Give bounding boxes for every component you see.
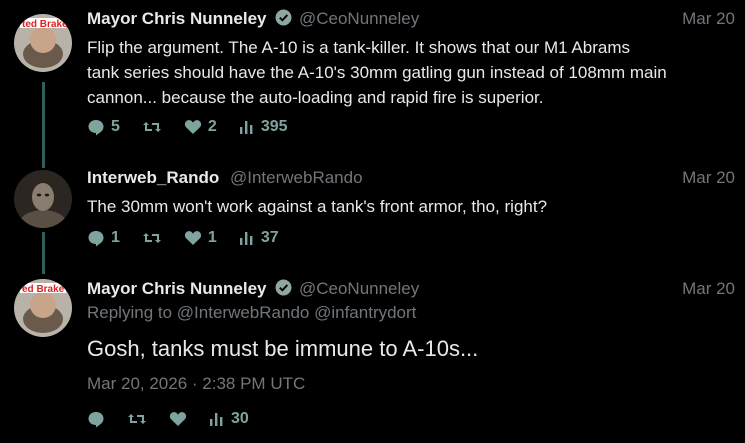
reply-button[interactable]: 1 [87, 229, 120, 247]
views-icon [239, 120, 255, 134]
tweet-3-focused[interactable]: ed Brake Mayor Chris Nunneley @CeoNunnel… [0, 264, 745, 443]
retweet-icon [142, 119, 162, 135]
retweet-button[interactable] [142, 230, 162, 246]
tweet-header: Interweb_Rando @InterwebRando [87, 168, 363, 188]
tweet-text-line: Flip the argument. The A-10 is a tank-ki… [87, 38, 630, 57]
avatar[interactable]: ted Brake [14, 14, 72, 72]
retweet-button[interactable] [127, 411, 147, 427]
tweet-text: Gosh, tanks must be immune to A-10s... [87, 336, 479, 361]
views-icon [239, 231, 255, 245]
thread-line [42, 82, 45, 160]
like-button[interactable]: 2 [184, 118, 217, 136]
reply-count: 1 [111, 229, 120, 246]
reply-icon [87, 229, 105, 247]
views-button[interactable]: 395 [239, 118, 288, 136]
views-icon [209, 412, 225, 426]
tweet-actions: 5 2 395 [87, 118, 310, 136]
reply-button[interactable] [87, 410, 105, 428]
verified-icon [275, 9, 292, 31]
like-button[interactable]: 1 [184, 229, 217, 247]
reply-icon [87, 118, 105, 136]
avatar-logo-text: ed Brake [22, 284, 65, 295]
views-count: 395 [260, 118, 288, 135]
mention-link[interactable]: @InterwebRando [177, 303, 310, 322]
views-button[interactable]: 30 [209, 410, 249, 428]
reply-button[interactable]: 5 [87, 118, 120, 136]
author-handle[interactable]: @CeoNunneley [299, 279, 419, 298]
like-count: 2 [207, 118, 217, 135]
reply-icon [87, 410, 105, 428]
tweet-header: Mayor Chris Nunneley @CeoNunneley [87, 279, 419, 301]
retweet-icon [127, 411, 147, 427]
like-icon [169, 411, 187, 427]
reply-count: 5 [111, 118, 120, 135]
tweet-header: Mayor Chris Nunneley @CeoNunneley [87, 9, 419, 31]
avatar-logo-text: ted Brake [22, 19, 68, 30]
tweet-date[interactable]: Mar 20 [682, 9, 735, 29]
tweet-1[interactable]: ted Brake Mayor Chris Nunneley @CeoNunne… [0, 0, 745, 160]
tweet-actions: 30 [87, 410, 271, 428]
tweet-actions: 1 1 37 [87, 229, 301, 247]
tweet-date[interactable]: Mar 20 [682, 279, 735, 299]
avatar[interactable]: ed Brake [14, 279, 72, 337]
views-count: 37 [260, 229, 279, 246]
views-button[interactable]: 37 [239, 229, 279, 247]
verified-icon [275, 279, 292, 301]
avatar[interactable] [14, 170, 72, 228]
tweet-text: The 30mm won't work against a tank's fro… [87, 197, 548, 216]
author-handle[interactable]: @CeoNunneley [299, 9, 419, 28]
retweet-button[interactable] [142, 119, 162, 135]
tweet-date[interactable]: Mar 20 [682, 168, 735, 188]
tweet-2[interactable]: Interweb_Rando @InterwebRando Mar 20 The… [0, 160, 745, 264]
replying-to: Replying to @InterwebRando @infantrydort [87, 303, 416, 323]
thread-line [42, 264, 45, 274]
thread-line [42, 160, 45, 168]
author-handle[interactable]: @InterwebRando [230, 168, 363, 187]
like-button[interactable] [169, 411, 187, 427]
tweet-timestamp[interactable]: Mar 20, 2026 · 2:38 PM UTC [87, 374, 305, 394]
tweet-text-line: tank series should have the A-10's 30mm … [87, 63, 667, 82]
mention-link[interactable]: @infantrydort [314, 303, 416, 322]
thread-line [42, 232, 45, 264]
author-name[interactable]: Interweb_Rando [87, 168, 219, 187]
retweet-icon [142, 230, 162, 246]
tweet-text-line: cannon... because the auto-loading and r… [87, 88, 544, 107]
replying-to-label: Replying to [87, 303, 173, 322]
author-name[interactable]: Mayor Chris Nunneley [87, 279, 267, 298]
tweet-text: Flip the argument. The A-10 is a tank-ki… [87, 35, 667, 110]
like-icon [184, 230, 202, 246]
author-name[interactable]: Mayor Chris Nunneley [87, 9, 267, 28]
like-count: 1 [207, 229, 217, 246]
views-count: 30 [231, 410, 249, 427]
like-icon [184, 119, 202, 135]
